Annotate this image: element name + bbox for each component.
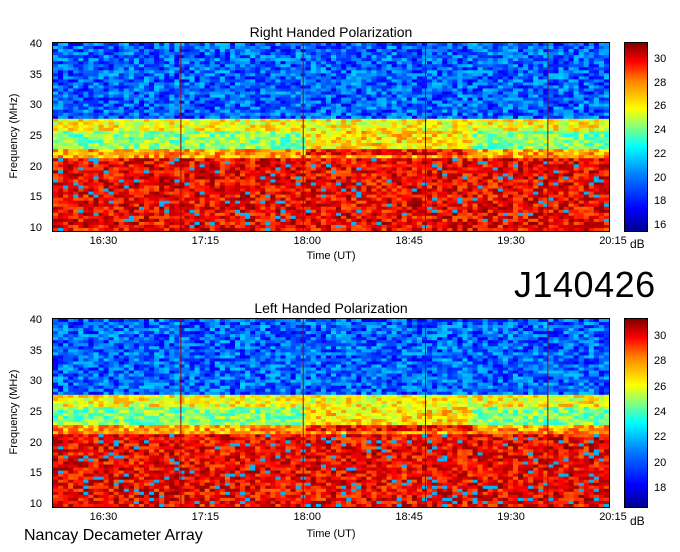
x-tick-label: 16:30 xyxy=(89,235,118,247)
right-panel-title: Right Handed Polarization xyxy=(249,24,413,40)
x-tick-label: 18:00 xyxy=(293,511,322,523)
colorbar-tick-label: 20 xyxy=(654,456,667,469)
y-tick-label: 35 xyxy=(29,344,42,357)
right-x-axis-label: Time (UT) xyxy=(306,250,356,262)
colorbar-tick-label: 28 xyxy=(654,355,667,368)
right-colorbar xyxy=(624,42,648,232)
left-x-axis-label: Time (UT) xyxy=(306,528,356,540)
spectrogram-image xyxy=(53,319,609,507)
right-spectrogram xyxy=(52,42,610,232)
y-tick-label: 15 xyxy=(29,467,42,480)
left-panel-title: Left Handed Polarization xyxy=(254,300,408,316)
colorbar-tick-label: 30 xyxy=(654,330,667,342)
x-tick-label: 17:15 xyxy=(191,235,220,247)
x-tick-label: 18:45 xyxy=(395,235,423,247)
x-tick-label: 16:30 xyxy=(89,511,118,523)
colorbar-tick-label: 24 xyxy=(654,406,667,418)
y-tick-label: 15 xyxy=(29,191,42,204)
colorbar-tick-label: 18 xyxy=(654,482,667,494)
y-tick-label: 35 xyxy=(29,68,42,81)
y-tick-label: 10 xyxy=(29,221,42,234)
y-tick-label: 40 xyxy=(29,38,42,51)
y-tick-label: 25 xyxy=(29,130,42,142)
spectrogram-cells xyxy=(53,43,609,231)
colorbar-tick-label: 22 xyxy=(654,431,667,444)
y-tick-label: 30 xyxy=(29,99,42,112)
x-tick-label: 19:30 xyxy=(497,511,525,523)
x-tick-label: 18:45 xyxy=(395,511,423,523)
x-tick-label: 18:00 xyxy=(293,235,322,247)
y-tick-label: 30 xyxy=(29,375,42,388)
y-tick-label: 40 xyxy=(29,314,42,327)
colorbar-tick-label: 18 xyxy=(654,195,667,208)
colorbar-tick-label: 22 xyxy=(654,147,667,160)
left-colorbar-unit: dB xyxy=(630,514,645,528)
colorbar-tick-label: 16 xyxy=(654,219,667,232)
spectrogram-image xyxy=(53,43,609,231)
footer-credit: Nancay Decameter Array xyxy=(24,527,203,544)
left-spectrogram xyxy=(52,318,610,508)
colorbar-tick-label: 20 xyxy=(654,171,667,184)
colorbar-tick-label: 24 xyxy=(654,124,667,137)
y-tick-label: 20 xyxy=(29,160,42,173)
right-colorbar-unit: dB xyxy=(630,237,645,251)
x-tick-label: 17:15 xyxy=(191,511,220,523)
spectrogram-cells xyxy=(53,319,609,507)
colorbar-tick-label: 30 xyxy=(654,52,667,65)
colorbar-tick-label: 26 xyxy=(654,100,667,113)
colorbar-tick-label: 28 xyxy=(654,76,667,89)
y-tick-label: 25 xyxy=(29,406,42,418)
x-tick-label: 19:30 xyxy=(497,235,525,247)
left-colorbar xyxy=(624,318,648,508)
y-tick-label: 20 xyxy=(29,436,42,449)
y-tick-label: 10 xyxy=(29,497,42,510)
colorbar-tick-label: 26 xyxy=(654,380,667,393)
